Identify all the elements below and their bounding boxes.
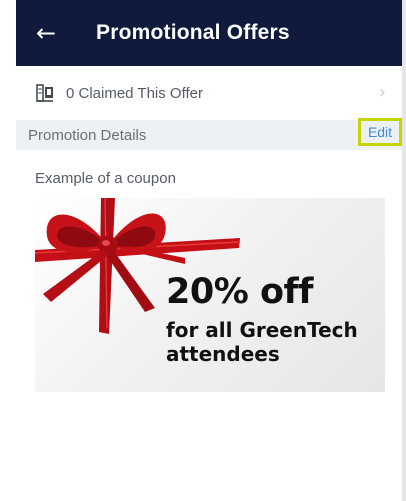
- claimed-count-label: 0 Claimed This Offer: [66, 84, 203, 102]
- coupon-image: 20% off for all GreenTech attendees: [35, 198, 385, 392]
- chevron-right-icon: ›: [378, 82, 386, 103]
- edit-button[interactable]: Edit: [358, 118, 402, 146]
- arrow-left-icon: ←: [35, 19, 57, 47]
- coupon-subtext: for all GreenTech attendees: [166, 318, 358, 366]
- claim-ticket-icon: [34, 82, 56, 104]
- example-description: Example of a coupon: [35, 170, 176, 187]
- app-bar: ← Promotional Offers: [16, 0, 402, 66]
- coupon-line-1: for all GreenTech: [166, 318, 358, 342]
- back-button[interactable]: ←: [16, 0, 76, 66]
- claimed-offer-row[interactable]: 0 Claimed This Offer ›: [16, 66, 402, 121]
- page-title: Promotional Offers: [96, 21, 290, 44]
- promotion-details-header: Promotion Details Edit: [16, 118, 402, 150]
- section-title: Promotion Details: [28, 126, 147, 144]
- app-screen: ← Promotional Offers 0 Claimed This Offe…: [0, 0, 406, 501]
- coupon-headline: 20% off: [166, 272, 313, 312]
- coupon-line-2: attendees: [166, 342, 280, 366]
